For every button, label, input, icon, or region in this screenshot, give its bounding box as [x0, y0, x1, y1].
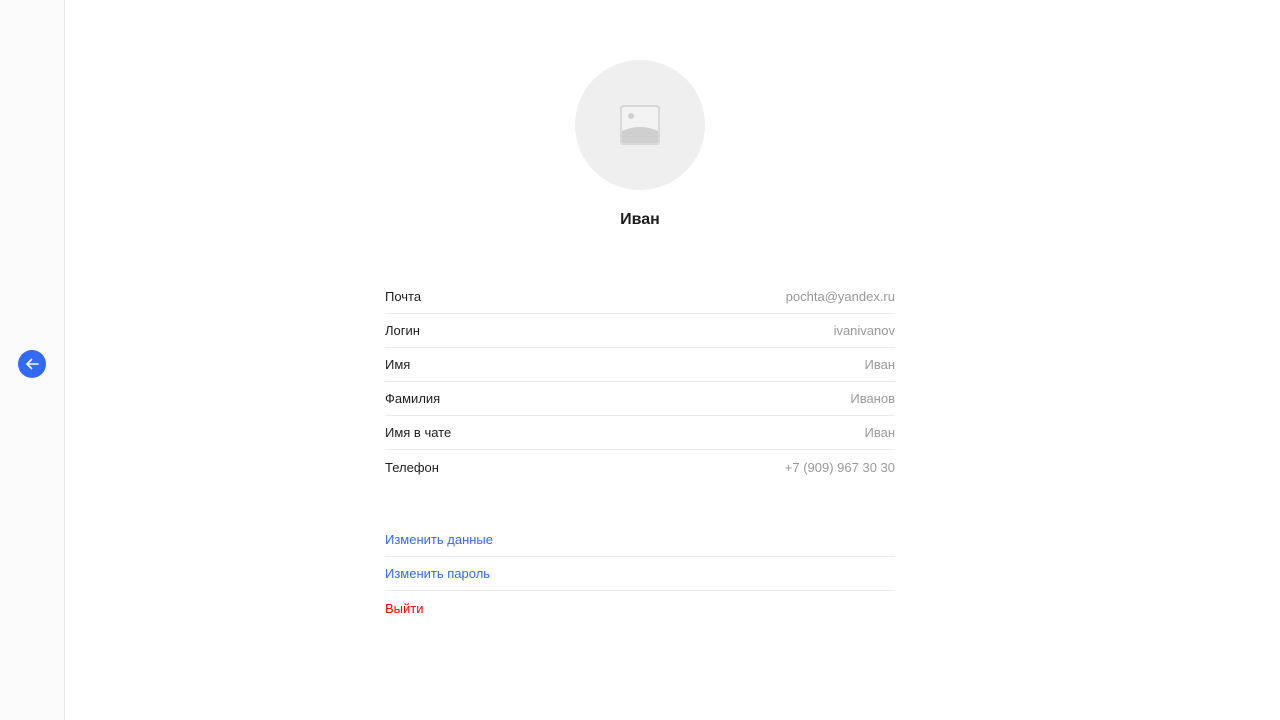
field-label: Почта: [385, 289, 422, 304]
sidebar: [0, 0, 65, 720]
action-row-logout: Выйти: [385, 591, 895, 625]
field-label: Телефон: [385, 459, 439, 475]
back-button[interactable]: [18, 350, 46, 378]
field-label: Фамилия: [385, 391, 441, 406]
image-placeholder-icon: [620, 105, 660, 145]
info-row-first-name: Имя Иван: [385, 348, 895, 382]
profile-name: Иван: [620, 211, 660, 228]
info-row-email: Почта pochta@yandex.ru: [385, 280, 895, 314]
info-row-phone: Телефон +7 (909) 967 30 30: [385, 450, 895, 484]
field-value: ivanivanov: [833, 323, 895, 338]
field-label: Имя в чате: [385, 425, 452, 440]
field-value: Иван: [864, 425, 895, 440]
arrow-left-icon: [26, 358, 39, 370]
info-row-login: Логин ivanivanov: [385, 314, 895, 348]
info-row-chat-name: Имя в чате Иван: [385, 416, 895, 450]
profile-actions: Изменить данные Изменить пароль Выйти: [385, 523, 895, 625]
edit-password-link[interactable]: Изменить пароль: [385, 566, 490, 581]
field-value: Иванов: [850, 391, 895, 406]
profile-page: Иван Почта pochta@yandex.ru Логин ivaniv…: [385, 60, 895, 625]
action-row-edit-password: Изменить пароль: [385, 557, 895, 591]
field-label: Логин: [385, 323, 420, 338]
field-label: Имя: [385, 357, 411, 372]
field-value: Иван: [864, 357, 895, 372]
avatar[interactable]: [575, 60, 705, 190]
field-value: +7 (909) 967 30 30: [784, 459, 895, 475]
field-value: pochta@yandex.ru: [785, 289, 895, 304]
profile-info-list: Почта pochta@yandex.ru Логин ivanivanov …: [385, 280, 895, 484]
info-row-last-name: Фамилия Иванов: [385, 382, 895, 416]
logout-link[interactable]: Выйти: [385, 601, 424, 616]
action-row-edit-data: Изменить данные: [385, 523, 895, 557]
edit-data-link[interactable]: Изменить данные: [385, 532, 493, 547]
